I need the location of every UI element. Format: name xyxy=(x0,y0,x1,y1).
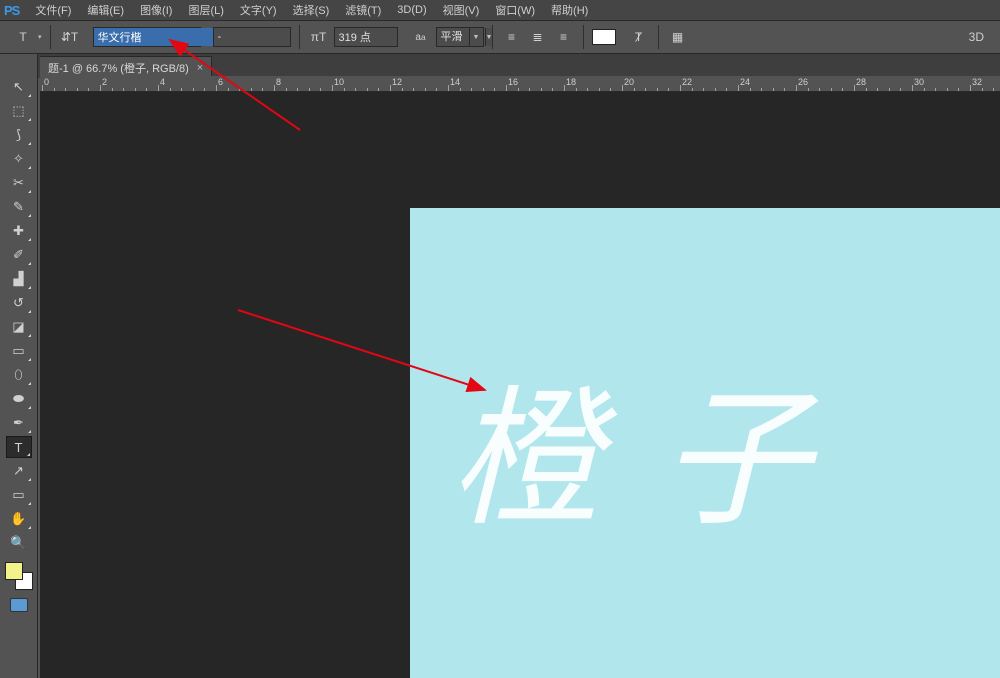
magic-wand-tool[interactable]: ✧ xyxy=(6,148,32,170)
lasso-tool[interactable]: ⟆ xyxy=(6,124,32,146)
shape-tool[interactable]: ▭ xyxy=(6,484,32,506)
antialias-dropdown[interactable]: 平滑 ▼ xyxy=(436,27,484,47)
text-orientation-preset[interactable]: T xyxy=(12,26,34,48)
pen-tool[interactable]: ✒ xyxy=(6,412,32,434)
type-tool[interactable]: T xyxy=(6,436,32,458)
menu-edit[interactable]: 编辑(E) xyxy=(79,1,132,19)
menu-3d[interactable]: 3D(D) xyxy=(389,3,434,17)
doc-tab[interactable]: 题-1 @ 66.7% (橙子, RGB/8) × xyxy=(40,56,212,78)
menu-file[interactable]: 文件(F) xyxy=(27,1,79,19)
font-style-dropdown[interactable]: ▼ xyxy=(213,27,291,47)
doc-tab-label: 题-1 @ 66.7% (橙子, RGB/8) xyxy=(48,60,189,76)
font-size-dropdown[interactable]: ▼ xyxy=(334,27,398,47)
artboard[interactable]: 橙子 xyxy=(410,208,1000,678)
align-center-button[interactable]: ≣ xyxy=(527,26,549,48)
hand-tool[interactable]: ✋ xyxy=(6,508,32,530)
crop-tool[interactable]: ✂ xyxy=(6,172,32,194)
three-d-button[interactable]: 3D xyxy=(969,30,994,44)
color-swatches[interactable] xyxy=(5,562,33,590)
options-bar: T ▾ ⇵T ▼ ▼ πT ▼ aa 平滑 ▼ ≡ ≣ ≡ xyxy=(0,20,1000,54)
antialias-value: 平滑 xyxy=(437,28,469,46)
close-icon[interactable]: × xyxy=(197,62,203,74)
history-brush-tool[interactable]: ↺ xyxy=(6,292,32,314)
path-select-tool[interactable]: ↗ xyxy=(6,460,32,482)
dodge-tool[interactable]: ⬬ xyxy=(6,388,32,410)
menu-view[interactable]: 视图(V) xyxy=(435,1,488,19)
canvas-area[interactable]: 橙子 xyxy=(40,92,1000,678)
move-tool[interactable]: ↖ xyxy=(6,76,32,98)
app-logo: PS xyxy=(4,3,19,18)
font-size-icon: πT xyxy=(308,26,330,48)
ruler-horizontal[interactable]: 02468101214161820222426283032 xyxy=(40,76,1000,92)
stamp-tool[interactable]: ▟ xyxy=(6,268,32,290)
menu-image[interactable]: 图像(I) xyxy=(132,1,180,19)
antialias-icon: aa xyxy=(410,26,432,48)
text-direction-toggle[interactable]: ⇵T xyxy=(59,26,81,48)
warp-text-button[interactable]: Ⱦ xyxy=(628,26,650,48)
marquee-tool[interactable]: ⬚ xyxy=(6,100,32,122)
menu-filter[interactable]: 滤镜(T) xyxy=(337,1,389,19)
eraser-tool[interactable]: ◪ xyxy=(6,316,32,338)
chevron-down-icon[interactable]: ▼ xyxy=(469,28,483,46)
align-left-button[interactable]: ≡ xyxy=(501,26,523,48)
quick-mask-toggle[interactable] xyxy=(10,598,28,612)
menu-select[interactable]: 选择(S) xyxy=(285,1,338,19)
align-right-button[interactable]: ≡ xyxy=(553,26,575,48)
menu-layer[interactable]: 图层(L) xyxy=(180,1,231,19)
font-family-dropdown[interactable]: ▼ xyxy=(93,27,201,47)
menu-type[interactable]: 文字(Y) xyxy=(232,1,285,19)
eyedropper-tool[interactable]: ✎ xyxy=(6,196,32,218)
doc-tab-bar: 题-1 @ 66.7% (橙子, RGB/8) × xyxy=(0,54,1000,78)
canvas-text-layer[interactable]: 橙子 xyxy=(450,338,870,555)
character-panel-button[interactable]: ▦ xyxy=(667,26,689,48)
foreground-color-swatch[interactable] xyxy=(5,562,23,580)
gradient-tool[interactable]: ▭ xyxy=(6,340,32,362)
healing-brush-tool[interactable]: ✚ xyxy=(6,220,32,242)
brush-tool[interactable]: ✐ xyxy=(6,244,32,266)
text-color-swatch[interactable] xyxy=(592,29,616,45)
menu-bar: PS 文件(F) 编辑(E) 图像(I) 图层(L) 文字(Y) 选择(S) 滤… xyxy=(0,0,1000,20)
menu-window[interactable]: 窗口(W) xyxy=(487,1,543,19)
blur-tool[interactable]: ⬯ xyxy=(6,364,32,386)
toolbox: ↖⬚⟆✧✂✎✚✐▟↺◪▭⬯⬬✒T↗▭✋🔍 xyxy=(0,54,38,678)
zoom-tool[interactable]: 🔍 xyxy=(6,532,32,554)
menu-help[interactable]: 帮助(H) xyxy=(543,1,596,19)
